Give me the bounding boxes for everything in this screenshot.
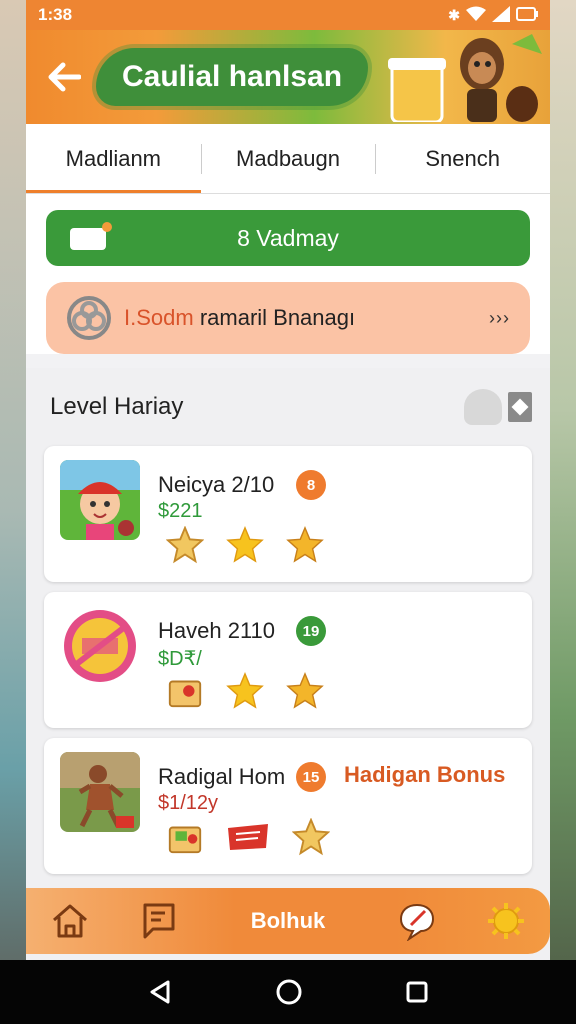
ticket-icon: [70, 222, 112, 250]
level-price: $D₹/: [158, 648, 202, 670]
section-tools: [464, 389, 532, 425]
promo-more-icon: ›››: [489, 307, 510, 328]
gift-box-icon: [168, 826, 202, 854]
level-badge: 8: [296, 470, 326, 500]
runner-thumbnail: [60, 752, 140, 832]
promo-banner[interactable]: I.Sodm ramaril Bnanagı ›››: [46, 282, 530, 354]
reward-icons: [166, 818, 330, 856]
level-price: $1/12y: [158, 792, 219, 814]
battery-icon: [516, 6, 538, 25]
background-left: [0, 0, 26, 1024]
sale-sign-thumbnail: [60, 606, 140, 686]
header: Caulial hanlsan: [26, 30, 550, 124]
chat-edit-icon: [399, 903, 434, 941]
level-price: $221: [158, 500, 203, 522]
promo-text: I.Sodm ramaril Bnanagı: [124, 305, 489, 331]
page-title: Caulial hanlsan: [96, 48, 369, 106]
home-circle-icon[interactable]: [274, 977, 304, 1007]
reward-icons: [166, 526, 324, 564]
header-illustration: [388, 34, 542, 122]
tab-label: Madbaugn: [236, 145, 340, 171]
status-time: 1:38: [38, 5, 73, 24]
system-nav-bar: [0, 960, 576, 1024]
level-name: Haveh 2110: [158, 618, 276, 643]
profile-icon[interactable]: [464, 389, 502, 425]
tab-bar: Madlianm Madbaugn Snench: [26, 124, 550, 194]
kid-avatar-thumbnail: [60, 460, 140, 540]
nav-center-label[interactable]: Bolhuk: [218, 908, 358, 934]
bonus-label: Hadigan Bonus: [344, 762, 506, 787]
tab-label: Madlianm: [65, 145, 162, 171]
promo-highlight: I.Sodm: [124, 305, 194, 330]
bottom-nav: Bolhuk: [26, 888, 550, 954]
tag-icon[interactable]: [508, 392, 532, 422]
level-badge: 19: [296, 616, 326, 646]
star-badge-icon: [292, 818, 330, 856]
level-card[interactable]: Radigal Hom $1/12y 15 Hadigan Bonus: [44, 738, 532, 874]
sale-tag-icon: [228, 824, 268, 850]
tab-madbaugn[interactable]: Madbaugn: [200, 124, 376, 193]
home-icon: [53, 904, 88, 938]
recents-square-icon[interactable]: [404, 979, 430, 1005]
tab-madlianm[interactable]: Madlianm: [26, 124, 201, 193]
tab-label: Snench: [425, 145, 500, 171]
nav-chat[interactable]: [387, 891, 447, 951]
level-name: Radigal Hom: [158, 764, 286, 789]
promo-body: ramaril Bnanagı: [193, 305, 356, 330]
content-top: 8 Vadmay I.Sodm ramaril Bnanagı ›››: [26, 194, 550, 354]
background-right: [550, 0, 576, 1024]
tab-snench[interactable]: Snench: [375, 124, 550, 193]
wifi-icon: [466, 6, 486, 25]
section-title: Level Hariay: [50, 393, 184, 420]
level-section: Level Hariay Neicya 2/10 $221 8 Haveh 21…: [26, 368, 550, 960]
signal-icon: [492, 5, 510, 25]
vadmay-button[interactable]: 8 Vadmay: [46, 210, 530, 266]
section-header: Level Hariay: [44, 378, 532, 436]
message-icon: [143, 903, 175, 939]
nav-messages[interactable]: [129, 891, 189, 951]
nav-home[interactable]: [40, 891, 100, 951]
star-icon: [226, 526, 264, 563]
sun-gear-icon: [487, 903, 524, 939]
back-triangle-icon[interactable]: [146, 978, 174, 1006]
back-arrow-icon: [48, 62, 81, 92]
star-icon: [286, 672, 324, 709]
star-badge-icon: [166, 526, 204, 564]
status-bar: 1:38 ✱: [26, 0, 550, 30]
star-icon: [286, 526, 324, 563]
gift-box-icon: [168, 680, 202, 708]
vadmay-button-label: 8 Vadmay: [237, 224, 339, 251]
level-badge: 15: [296, 762, 326, 792]
star-icon: [226, 672, 264, 709]
nav-settings[interactable]: [476, 891, 536, 951]
status-icons: ✱: [448, 5, 538, 25]
level-card[interactable]: Neicya 2/10 $221 8: [44, 446, 532, 582]
level-name: Neicya 2/10: [158, 472, 275, 497]
level-card[interactable]: Haveh 2110 $D₹/ 19: [44, 592, 532, 728]
knot-icon: [67, 296, 111, 340]
reward-icons: [166, 672, 324, 710]
bluetooth-icon: ✱: [448, 6, 460, 23]
app-screen: Caulial hanlsan Madlianm Madbaugn Snench…: [26, 30, 550, 960]
back-button[interactable]: [34, 47, 94, 107]
